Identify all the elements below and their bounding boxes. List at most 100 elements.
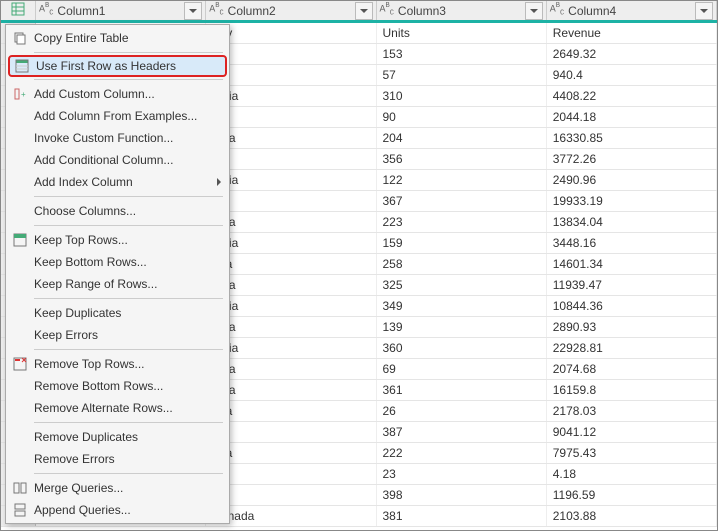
table-cell[interactable]: 381 <box>377 506 547 526</box>
column-header-2[interactable]: ABC Column2 <box>206 1 376 20</box>
table-cell[interactable]: 2490.96 <box>547 170 717 190</box>
menu-add-conditional[interactable]: Add Conditional Column... <box>6 149 229 171</box>
menu-append-queries[interactable]: Append Queries... <box>6 499 229 521</box>
menu-add-column-examples[interactable]: Add Column From Examples... <box>6 105 229 127</box>
table-cell[interactable]: 26 <box>377 401 547 421</box>
table-cell[interactable]: 3448.16 <box>547 233 717 253</box>
menu-remove-bottom[interactable]: Remove Bottom Rows... <box>6 375 229 397</box>
table-cell[interactable]: 223 <box>377 212 547 232</box>
table-cell[interactable]: mbia <box>206 170 376 190</box>
table-cell[interactable]: ama <box>206 359 376 379</box>
menu-keep-duplicates[interactable]: Keep Duplicates <box>6 302 229 324</box>
table-cell[interactable]: 360 <box>377 338 547 358</box>
table-cell[interactable]: ada <box>206 401 376 421</box>
table-cell[interactable]: mbia <box>206 86 376 106</box>
table-cell[interactable]: 2649.32 <box>547 44 717 64</box>
table-cell[interactable]: ama <box>206 317 376 337</box>
table-cell[interactable]: 10844.36 <box>547 296 717 316</box>
table-cell[interactable]: il <box>206 485 376 505</box>
menu-remove-alternate[interactable]: Remove Alternate Rows... <box>6 397 229 419</box>
menu-add-custom-column[interactable]: + Add Custom Column... <box>6 83 229 105</box>
table-cell[interactable]: 2890.93 <box>547 317 717 337</box>
table-corner[interactable] <box>1 1 36 20</box>
table-cell[interactable]: 1196.59 <box>547 485 717 505</box>
menu-remove-errors[interactable]: Remove Errors <box>6 448 229 470</box>
table-cell[interactable]: il <box>206 191 376 211</box>
table-cell[interactable]: 222 <box>377 443 547 463</box>
table-cell[interactable]: 2103.88 <box>547 506 717 526</box>
table-cell[interactable]: 2178.03 <box>547 401 717 421</box>
table-cell[interactable]: 2044.18 <box>547 107 717 127</box>
table-cell[interactable]: 361 <box>377 380 547 400</box>
table-cell[interactable]: 16159.8 <box>547 380 717 400</box>
menu-first-row-headers[interactable]: Use First Row as Headers <box>8 55 227 77</box>
table-cell[interactable]: 57 <box>377 65 547 85</box>
menu-choose-columns[interactable]: Choose Columns... <box>6 200 229 222</box>
table-cell[interactable]: 204 <box>377 128 547 148</box>
table-cell[interactable]: 4.18 <box>547 464 717 484</box>
table-cell[interactable]: 940.4 <box>547 65 717 85</box>
menu-remove-top[interactable]: Remove Top Rows... <box>6 353 229 375</box>
table-cell[interactable]: mbia <box>206 233 376 253</box>
table-cell[interactable]: ama <box>206 128 376 148</box>
table-cell[interactable]: 349 <box>377 296 547 316</box>
table-cell[interactable]: 159 <box>377 233 547 253</box>
table-cell[interactable]: ama <box>206 212 376 232</box>
filter-dropdown-button[interactable] <box>184 2 202 20</box>
menu-keep-bottom[interactable]: Keep Bottom Rows... <box>6 251 229 273</box>
table-cell[interactable]: 2074.68 <box>547 359 717 379</box>
table-cell[interactable]: 139 <box>377 317 547 337</box>
table-cell[interactable]: mbia <box>206 296 376 316</box>
table-cell[interactable]: 4408.22 <box>547 86 717 106</box>
filter-dropdown-button[interactable] <box>355 2 373 20</box>
menu-copy-table[interactable]: Copy Entire Table <box>6 27 229 49</box>
table-cell[interactable]: 356 <box>377 149 547 169</box>
table-cell[interactable]: 90 <box>377 107 547 127</box>
menu-keep-top[interactable]: Keep Top Rows... <box>6 229 229 251</box>
table-cell[interactable]: 387 <box>377 422 547 442</box>
table-cell[interactable]: il <box>206 44 376 64</box>
table-cell[interactable]: 69 <box>377 359 547 379</box>
table-cell[interactable]: 3772.26 <box>547 149 717 169</box>
table-cell[interactable]: 310 <box>377 86 547 106</box>
column-header-3[interactable]: ABC Column3 <box>377 1 547 20</box>
column-header-4[interactable]: ABC Column4 <box>547 1 717 20</box>
table-cell[interactable]: il <box>206 464 376 484</box>
table-cell[interactable]: 19933.19 <box>547 191 717 211</box>
table-cell[interactable]: il <box>206 422 376 442</box>
table-cell[interactable]: Units <box>377 23 547 43</box>
table-cell[interactable]: 9041.12 <box>547 422 717 442</box>
table-cell[interactable]: il <box>206 149 376 169</box>
table-cell[interactable]: ama <box>206 275 376 295</box>
table-cell[interactable]: Revenue <box>547 23 717 43</box>
filter-dropdown-button[interactable] <box>525 2 543 20</box>
table-cell[interactable]: il <box>206 65 376 85</box>
table-cell[interactable]: 398 <box>377 485 547 505</box>
table-cell[interactable]: 122 <box>377 170 547 190</box>
table-cell[interactable]: 13834.04 <box>547 212 717 232</box>
table-cell[interactable]: 325 <box>377 275 547 295</box>
table-cell[interactable]: ntry <box>206 23 376 43</box>
menu-add-index[interactable]: Add Index Column <box>6 171 229 193</box>
table-cell[interactable]: ama <box>206 380 376 400</box>
table-cell[interactable]: mbia <box>206 338 376 358</box>
menu-keep-range[interactable]: Keep Range of Rows... <box>6 273 229 295</box>
table-cell[interactable]: ada <box>206 443 376 463</box>
table-cell[interactable]: 153 <box>377 44 547 64</box>
table-cell[interactable]: il <box>206 107 376 127</box>
filter-dropdown-button[interactable] <box>695 2 713 20</box>
table-cell[interactable]: 14601.34 <box>547 254 717 274</box>
menu-remove-duplicates[interactable]: Remove Duplicates <box>6 426 229 448</box>
menu-invoke-function[interactable]: Invoke Custom Function... <box>6 127 229 149</box>
table-cell[interactable]: 258 <box>377 254 547 274</box>
table-cell[interactable]: 7975.43 <box>547 443 717 463</box>
table-cell[interactable]: 367 <box>377 191 547 211</box>
table-cell[interactable]: ada <box>206 254 376 274</box>
menu-keep-errors[interactable]: Keep Errors <box>6 324 229 346</box>
table-cell[interactable]: 16330.85 <box>547 128 717 148</box>
table-cell[interactable]: 22928.81 <box>547 338 717 358</box>
table-cell[interactable]: Canada <box>206 506 376 526</box>
menu-merge-queries[interactable]: Merge Queries... <box>6 477 229 499</box>
table-cell[interactable]: 23 <box>377 464 547 484</box>
table-cell[interactable]: 11939.47 <box>547 275 717 295</box>
